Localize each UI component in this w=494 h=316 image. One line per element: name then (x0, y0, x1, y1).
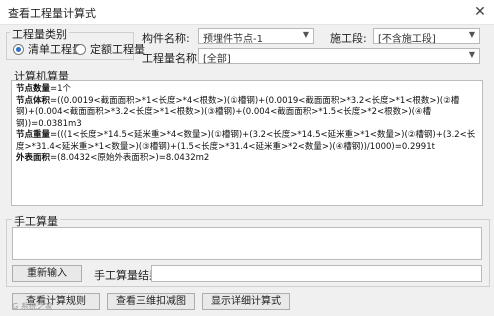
radio-bill-qty[interactable]: 清单工程量 (13, 41, 83, 57)
construction-segment-label: 施工段: (330, 32, 367, 45)
radio-dot-icon[interactable] (13, 43, 24, 55)
component-name-label: 构件名称: (142, 32, 190, 45)
formula-name: 节点数量 (16, 84, 51, 94)
manual-calc-textarea[interactable] (12, 227, 482, 260)
formula-text: =(((1<长度>*14.5<延米重>*4<数量>)(①槽钢)+(3.2<长度>… (16, 130, 476, 152)
window-title: 查看工程量计算式 (8, 7, 96, 20)
formula-text: =(8.0432<原始外表面积>)=8.0432m2 (50, 153, 210, 163)
close-icon[interactable]: ✕ (466, 0, 494, 24)
quantity-name-value: [全部] (203, 54, 231, 65)
watermark-logo: G 系统之家 (12, 302, 53, 311)
formula-name: 节点体积 (16, 95, 51, 106)
formula-name: 外表面积 (16, 153, 51, 163)
radio-quota-qty-label: 定额工程量 (90, 43, 145, 56)
calc-formula-area[interactable]: 节点数量=1个 节点体积=((0.0019<截面面积>*1<长度>*4<根数>)… (11, 80, 483, 206)
quantity-name-select[interactable]: [全部] ▼ (198, 48, 480, 65)
dialog-window: 查看工程量计算式 ✕ 工程量类别 清单工程量 定额工程量 构件名称: 预埋件节点… (0, 0, 494, 316)
show-detail-formula-button[interactable]: 显示详细计算式 (202, 293, 290, 310)
formula-line: 节点体积=((0.0019<截面面积>*1<长度>*4<根数>)(①槽钢)+(0… (16, 96, 478, 131)
qty-type-label: 工程量类别 (10, 26, 69, 42)
radio-quota-qty[interactable]: 定额工程量 (75, 41, 145, 57)
formula-line: 外表面积=(8.0432<原始外表面积>)=8.0432m2 (16, 153, 478, 165)
title-bar: 查看工程量计算式 ✕ (0, 0, 494, 25)
chevron-down-icon: ▼ (468, 30, 475, 39)
manual-result-field[interactable] (151, 265, 482, 282)
construction-segment-select[interactable]: [不含施工段] ▼ (373, 28, 480, 45)
formula-line: 节点数量=1个 (16, 84, 478, 96)
component-name-select[interactable]: 预埋件节点-1 ▼ (198, 28, 314, 45)
formula-name: 节点重量 (16, 130, 51, 140)
reenter-button[interactable]: 重新输入 (12, 265, 82, 282)
formula-line: 节点重量=(((1<长度>*14.5<延米重>*4<数量>)(①槽钢)+(3.2… (16, 130, 478, 153)
radio-circle-icon[interactable] (75, 43, 86, 55)
chevron-down-icon: ▼ (302, 30, 309, 39)
view-3d-deduction-button[interactable]: 查看三维扣减图 (107, 293, 195, 310)
formula-text: =((0.0019<截面面积>*1<长度>*4<根数>)(①槽钢)+(0.001… (16, 95, 460, 129)
chevron-down-icon: ▼ (468, 50, 475, 59)
construction-segment-value: [不含施工段] (378, 34, 436, 45)
quantity-name-label: 工程量名称: (142, 52, 201, 65)
component-name-value: 预埋件节点-1 (203, 34, 263, 45)
formula-text: =1个 (50, 84, 72, 94)
